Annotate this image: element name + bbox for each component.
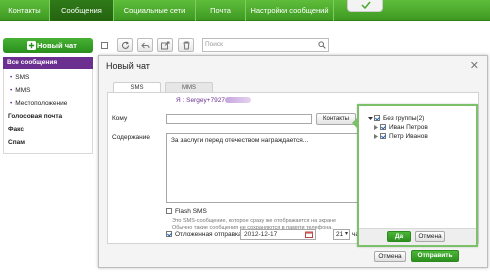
contact-checkbox[interactable]	[380, 133, 386, 139]
plus-icon	[27, 41, 36, 50]
search-icon[interactable]	[318, 41, 326, 49]
sender-info: Я : Sergey+7927	[176, 97, 251, 104]
hour-select[interactable]: 21	[333, 229, 350, 240]
contacts-button[interactable]: Контакты	[316, 113, 356, 125]
popup-footer: Да Отмена	[359, 228, 476, 245]
refresh-button[interactable]	[117, 38, 133, 52]
sidebar-item-spam[interactable]: Спам	[4, 136, 92, 149]
redacted-number	[224, 97, 251, 104]
calendar-icon[interactable]	[305, 231, 313, 238]
contact-name: Иван Петров	[389, 124, 428, 131]
dialog-footer: Отмена Отправить	[99, 246, 487, 268]
check-icon	[361, 1, 371, 10]
flash-sms-label: Flash SMS	[175, 208, 207, 215]
message-text: За заслуги перед отечеством награждается…	[171, 137, 309, 144]
sidebar-item-location[interactable]: Местоположение	[4, 97, 92, 110]
delete-button[interactable]	[178, 38, 194, 52]
new-chat-button[interactable]: Новый чат	[3, 38, 93, 53]
sidebar-item-mms[interactable]: MMS	[4, 84, 92, 97]
close-icon[interactable]: ✕	[470, 59, 479, 72]
sidebar-item-label: SMS	[15, 74, 30, 81]
reply-button[interactable]	[137, 38, 153, 52]
search-input[interactable]: Поиск	[202, 38, 329, 52]
send-button[interactable]: Отправить	[411, 250, 459, 262]
sidebar-item-all-messages[interactable]: Все сообщения	[3, 57, 93, 69]
tab-contacts[interactable]: Контакты	[0, 0, 50, 21]
top-navigation: Контакты Сообщения Социальные сети Почта…	[0, 0, 490, 21]
sidebar-item-label: MMS	[15, 87, 31, 94]
trash-icon	[183, 41, 190, 50]
sidebar-list: SMS MMS Местоположение Голосовая почта Ф…	[3, 69, 93, 154]
to-label: Кому	[112, 115, 128, 122]
date-field[interactable]: 2012-12-17	[240, 229, 316, 240]
expand-icon[interactable]	[374, 125, 378, 130]
popup-cancel-button[interactable]: Отмена	[415, 231, 445, 242]
flash-sms-checkbox[interactable]	[166, 208, 172, 214]
recipient-field[interactable]	[166, 114, 312, 124]
collapse-icon[interactable]	[368, 116, 373, 121]
date-value: 2012-12-17	[244, 231, 278, 238]
message-textarea[interactable]: За заслуги перед отечеством награждается…	[166, 133, 361, 203]
sidebar-item-voicemail[interactable]: Голосовая почта	[4, 110, 92, 123]
tab-mms[interactable]: MMS	[165, 82, 213, 92]
tab-sms[interactable]: SMS	[113, 82, 161, 92]
collapse-handle[interactable]	[347, 0, 383, 12]
expand-icon[interactable]	[374, 134, 378, 139]
forward-button[interactable]	[157, 38, 173, 52]
select-all-checkbox[interactable]	[101, 42, 108, 49]
popup-pointer	[352, 117, 358, 129]
reply-icon	[141, 42, 150, 49]
sidebar: Все сообщения SMS MMS Местоположение Гол…	[3, 57, 93, 154]
tab-social-networks[interactable]: Социальные сети	[114, 0, 196, 21]
tab-messages[interactable]: Сообщения	[50, 0, 114, 21]
search-placeholder: Поиск	[205, 41, 224, 48]
tab-message-settings[interactable]: Настройки сообщений	[246, 0, 334, 21]
group-label: Без группы(2)	[383, 115, 425, 122]
delayed-send-checkbox[interactable]	[166, 231, 172, 237]
contacts-popup: Без группы(2) Иван Петров Петр Иванов Да…	[352, 104, 478, 247]
group-checkbox[interactable]	[374, 115, 380, 121]
delayed-send-label: Отложенная отправка	[175, 231, 242, 238]
sidebar-item-fax[interactable]: Факс	[4, 123, 92, 136]
hour-value: 21	[336, 231, 344, 238]
refresh-icon	[122, 41, 129, 49]
sidebar-item-label: Местоположение	[15, 100, 68, 107]
ok-button[interactable]: Да	[387, 231, 411, 242]
contact-checkbox[interactable]	[380, 124, 386, 130]
content-label: Содержание	[112, 134, 150, 141]
sidebar-item-sms[interactable]: SMS	[4, 71, 92, 84]
contact-name: Петр Иванов	[389, 133, 428, 140]
new-chat-label: Новый чат	[37, 41, 77, 50]
cancel-button[interactable]: Отмена	[374, 251, 406, 262]
tab-mail[interactable]: Почта	[196, 0, 246, 21]
sender-number: Я : Sergey+7927	[176, 97, 225, 104]
forward-icon	[161, 41, 170, 50]
dialog-title: Новый чат	[106, 61, 150, 71]
